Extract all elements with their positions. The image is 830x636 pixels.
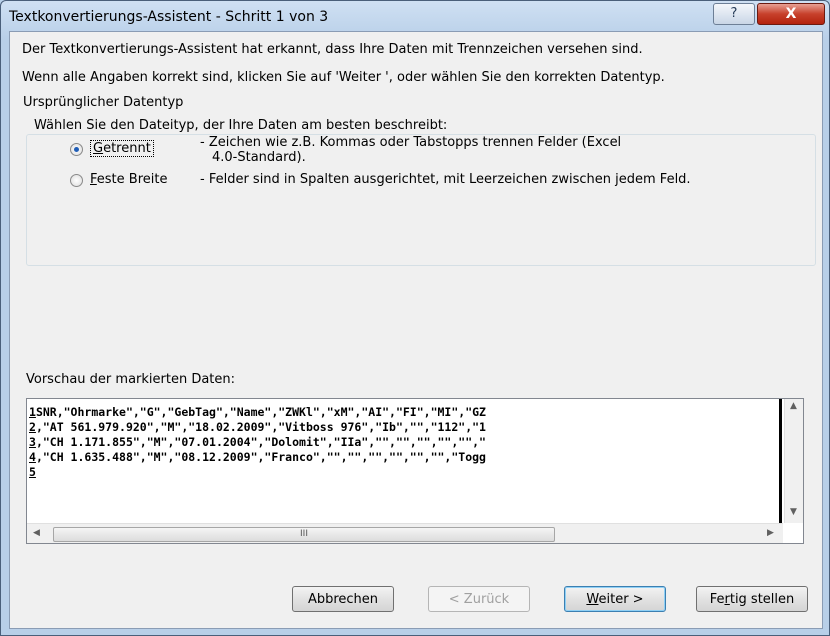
getrennt-description: - Zeichen wie z.B. Kommas oder Tabstopps… — [200, 135, 622, 165]
finish-button[interactable]: Fertig stellen — [696, 586, 808, 612]
scroll-right-arrow-icon[interactable]: ▶ — [767, 528, 774, 538]
intro-line-1: Der Textkonvertierungs-Assistent hat erk… — [22, 42, 643, 57]
data-preview[interactable]: 1SNR,"Ohrmarke","G","GebTag","Name","ZWK… — [26, 398, 804, 544]
preview-row: 2,"AT 561.979.920","M","18.02.2009","Vit… — [29, 420, 486, 434]
radio-getrennt[interactable] — [70, 143, 83, 156]
radio-getrennt-label[interactable]: Getrennt — [90, 140, 154, 157]
vertical-scrollbar[interactable]: ▲ ▼ — [784, 399, 803, 523]
title-bar[interactable]: Textkonvertierungs-Assistent - Schritt 1… — [1, 1, 829, 35]
preview-content: 1SNR,"Ohrmarke","G","GebTag","Name","ZWK… — [27, 399, 783, 523]
preview-row: 3,"CH 1.171.855","M","07.01.2004","Dolom… — [29, 435, 486, 449]
radio-feste-breite-label[interactable]: Feste Breite — [90, 172, 167, 187]
help-button[interactable]: ? — [713, 3, 755, 25]
intro-line-2: Wenn alle Angaben korrekt sind, klicken … — [22, 70, 665, 85]
horizontal-scroll-thumb[interactable]: III — [53, 527, 555, 542]
next-button[interactable]: Weiter > — [564, 586, 666, 612]
feste-breite-description: - Felder sind in Spalten ausgerichtet, m… — [200, 172, 691, 187]
close-button[interactable]: X — [757, 3, 825, 25]
column-divider[interactable] — [779, 399, 782, 523]
preview-row: 5 — [29, 465, 36, 479]
scroll-down-arrow-icon[interactable]: ▼ — [790, 507, 797, 517]
cancel-button[interactable]: Abbrechen — [292, 586, 394, 612]
horizontal-scrollbar[interactable]: ◀ III ▶ — [27, 523, 783, 543]
dialog-body: Der Textkonvertierungs-Assistent hat erk… — [9, 31, 823, 629]
preview-label: Vorschau der markierten Daten: — [26, 372, 236, 387]
scroll-up-arrow-icon[interactable]: ▲ — [790, 401, 797, 411]
window-title: Textkonvertierungs-Assistent - Schritt 1… — [9, 9, 329, 25]
back-button[interactable]: < Zurück — [428, 586, 530, 612]
preview-row: 1SNR,"Ohrmarke","G","GebTag","Name","ZWK… — [29, 405, 486, 419]
scroll-left-arrow-icon[interactable]: ◀ — [33, 528, 40, 538]
wizard-window: Textkonvertierungs-Assistent - Schritt 1… — [0, 0, 830, 636]
datatype-group-legend: Ursprünglicher Datentyp — [20, 95, 187, 110]
preview-row: 4,"CH 1.635.488","M","08.12.2009","Franc… — [29, 450, 486, 464]
radio-feste-breite[interactable] — [70, 174, 83, 187]
datatype-prompt: Wählen Sie den Dateityp, der Ihre Daten … — [34, 118, 448, 133]
